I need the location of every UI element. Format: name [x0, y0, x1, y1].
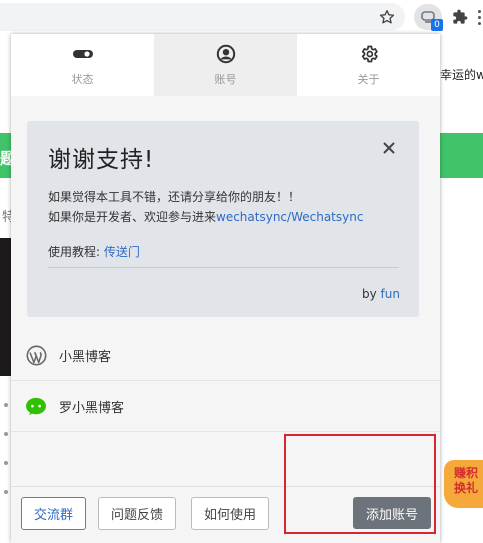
tab-about[interactable]: 关于 [297, 34, 440, 96]
background-promo-bubble[interactable]: 赚积换礼 [444, 460, 483, 508]
wechat-icon [25, 396, 47, 418]
card-author-line: by fun [362, 287, 400, 301]
account-item-wechat[interactable]: 罗小黑博客 [11, 382, 440, 432]
popup-tab-bar: 状态 账号 关于 [11, 34, 440, 96]
how-to-use-button[interactable]: 如何使用 [191, 497, 269, 530]
account-name: 罗小黑博客 [59, 401, 125, 416]
background-bullet [4, 490, 8, 494]
extension-count-badge: 0 [431, 19, 443, 31]
extensions-puzzle-icon[interactable] [449, 6, 471, 28]
chat-group-button[interactable]: 交流群 [21, 497, 86, 530]
card-title: 谢谢支持! [48, 147, 155, 173]
card-tutorial-line: 使用教程: 传送门 [48, 243, 140, 260]
gear-icon [358, 43, 380, 65]
background-bullet [4, 461, 8, 465]
account-item-wordpress[interactable]: 小黑博客 [11, 331, 440, 381]
background-bullet [4, 432, 8, 436]
tab-status[interactable]: 状态 [11, 34, 154, 96]
tab-status-label: 状态 [71, 73, 94, 86]
highlight-annotation-box [284, 434, 436, 534]
author-link[interactable]: fun [381, 287, 400, 301]
browser-toolbar: 0 [0, 0, 483, 34]
bookmark-star-icon[interactable] [376, 6, 398, 28]
card-developer-text: 如果你是开发者、欢迎参与进来 [48, 210, 217, 224]
by-label: by [362, 287, 377, 301]
browser-menu-icon[interactable] [476, 8, 482, 26]
tab-about-label: 关于 [357, 73, 380, 86]
wordpress-icon [25, 345, 47, 367]
toggle-icon [72, 43, 94, 65]
address-bar[interactable] [0, 3, 405, 31]
github-link[interactable]: wechatsync/Wechatsync [216, 210, 363, 224]
tab-account[interactable]: 账号 [154, 34, 297, 96]
tab-account-label: 账号 [214, 73, 237, 86]
card-developer-line: 如果你是开发者、欢迎参与进来wechatsync/Wechatsync [48, 208, 363, 225]
close-icon[interactable] [382, 141, 398, 157]
thanks-card: 谢谢支持! 如果觉得本工具不错，还请分享给你的朋友！！ 如果你是开发者、欢迎参与… [27, 121, 419, 317]
card-share-text: 如果觉得本工具不错，还请分享给你的朋友！！ [48, 190, 301, 204]
background-bullet [4, 403, 8, 407]
feedback-button[interactable]: 问题反馈 [98, 497, 176, 530]
card-divider [48, 267, 399, 268]
tutorial-label: 使用教程: [48, 245, 101, 259]
account-circle-icon [215, 43, 237, 65]
background-page-text: 幸运的w [440, 68, 483, 82]
tutorial-link[interactable]: 传送门 [104, 245, 140, 259]
account-name: 小黑博客 [59, 350, 112, 365]
